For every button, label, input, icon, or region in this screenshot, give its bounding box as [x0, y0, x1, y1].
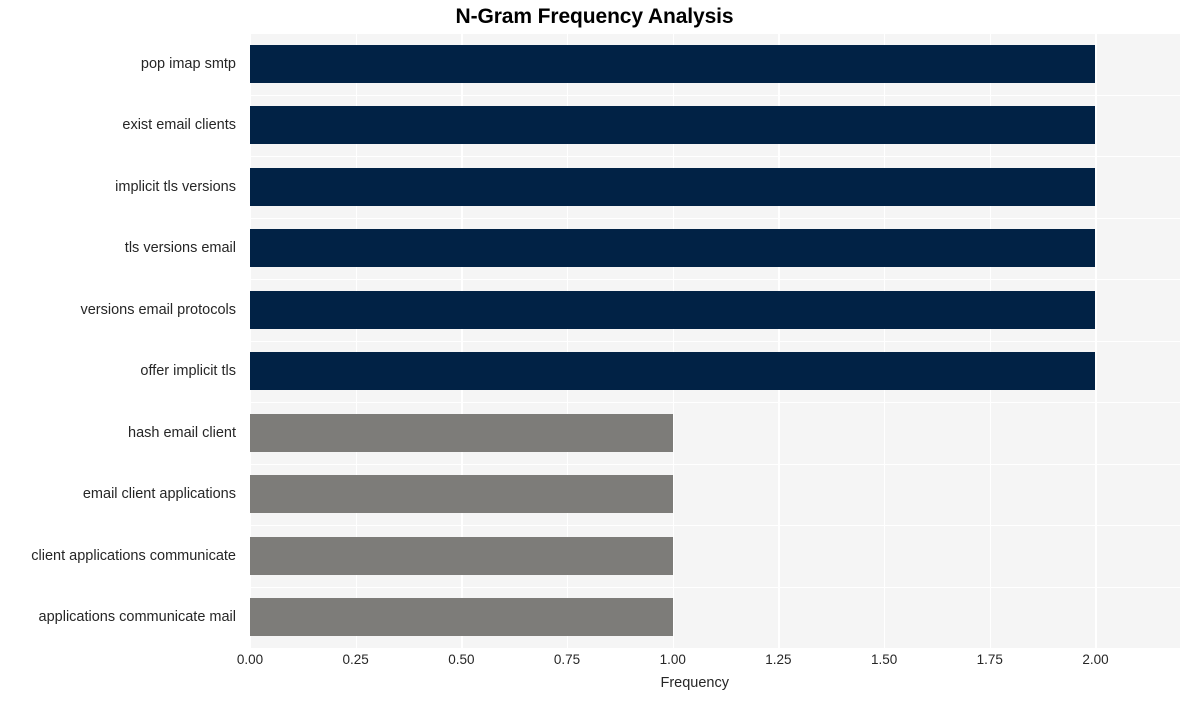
bar [250, 290, 1096, 329]
y-axis-tick-label: implicit tls versions [115, 178, 236, 195]
y-axis-tick-label: email client applications [82, 486, 236, 503]
y-axis-tick-labels: pop imap smtp exist email clients implicit… [0, 33, 243, 648]
bar [250, 106, 1096, 145]
y-axis-tick-label: tls versions email [124, 240, 236, 257]
x-axis-tick-label: 1.75 [976, 652, 1003, 667]
x-axis-tick-label: 1.25 [765, 652, 792, 667]
bar [250, 352, 1096, 391]
x-axis-tick-label: 1.50 [870, 652, 898, 667]
bar [250, 475, 673, 514]
y-axis-tick-label: applications communicate mail [38, 609, 236, 626]
chart-figure: N-Gram Frequency Analysis pop imap smtp e… [0, 0, 1189, 701]
bar [250, 167, 1096, 206]
x-axis-tick-label: 0.25 [342, 652, 369, 667]
horizontal-gridline [250, 648, 1180, 650]
chart-title: N-Gram Frequency Analysis [455, 5, 734, 28]
y-axis-tick-label: versions email protocols [80, 301, 236, 318]
y-axis-tick-label: hash email client [128, 424, 236, 441]
bar [250, 229, 1096, 268]
y-axis-tick-label: pop imap smtp [140, 55, 236, 72]
y-axis-tick-label: offer implicit tls [140, 363, 236, 380]
bar [250, 536, 673, 575]
plot-area [250, 33, 1180, 650]
y-axis-tick-label: exist email clients [122, 117, 236, 134]
x-axis-tick-label: 0.00 [236, 652, 264, 667]
bar-series [250, 33, 1180, 648]
x-axis-tick-label: 1.00 [659, 652, 686, 667]
y-axis-tick-label: client applications communicate [31, 547, 236, 564]
x-axis-tick-label: 0.75 [553, 652, 581, 667]
bar [250, 413, 673, 452]
bar [250, 44, 1096, 83]
x-axis-tick-label: 0.50 [448, 652, 475, 667]
x-axis-label: Frequency [660, 675, 729, 691]
x-axis-tick-label: 2.00 [1082, 652, 1109, 667]
bar [250, 598, 673, 637]
